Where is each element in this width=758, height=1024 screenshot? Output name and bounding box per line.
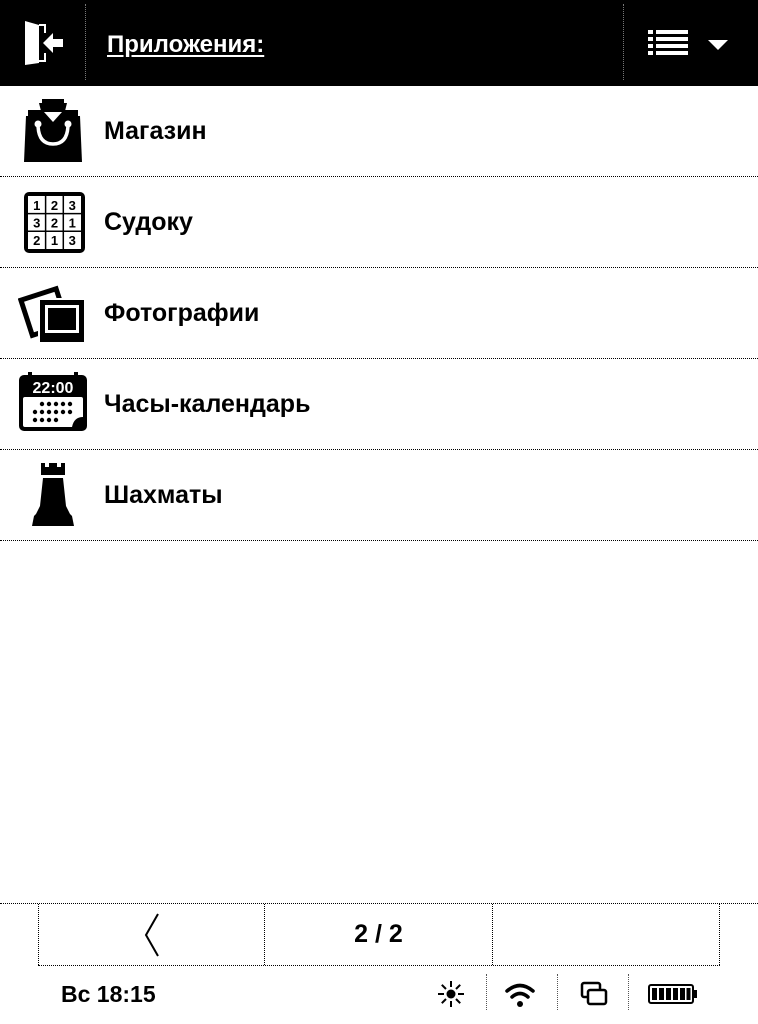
page-indicator[interactable]: 2 / 2	[265, 904, 492, 965]
list-item-chess[interactable]: Шахматы	[0, 450, 758, 541]
status-divider	[628, 974, 629, 1010]
chess-rook-icon	[32, 463, 74, 526]
battery-icon	[648, 984, 697, 1004]
sudoku-cell: 3	[33, 216, 40, 231]
sudoku-cell: 3	[69, 233, 76, 248]
shopping-bag-icon	[24, 99, 82, 162]
list-item-label: Часы-календарь	[104, 390, 311, 418]
header-separator	[85, 4, 86, 80]
brightness-icon	[438, 981, 464, 1007]
wifi-icon	[505, 983, 535, 1007]
status-bar: Вс 18:15	[0, 966, 758, 1024]
sudoku-cell: 1	[69, 216, 76, 231]
list-view-icon	[648, 30, 688, 55]
sudoku-grid-icon: 1 2 3 3 2 1 2 1 3	[24, 192, 85, 253]
prev-page-button[interactable]	[39, 904, 264, 965]
list-item-label: Шахматы	[104, 481, 223, 509]
status-clock: Вс 18:15	[61, 981, 156, 1007]
sudoku-cell: 2	[51, 198, 58, 213]
chevron-left-icon	[144, 913, 159, 956]
page-title[interactable]: Приложения:	[107, 31, 264, 59]
list-item-sudoku[interactable]: 1 2 3 3 2 1 2 1 3 Судоку	[0, 177, 758, 268]
sudoku-cell: 1	[33, 198, 40, 213]
photos-icon	[18, 285, 86, 344]
tasks-button[interactable]	[578, 978, 610, 1010]
status-divider	[557, 974, 558, 1010]
calendar-time: 22:00	[33, 380, 74, 397]
app-screen: Приложения: Магазин 1 2 3 3 2 1 2 1 3 Су…	[0, 0, 758, 1024]
windows-icon	[580, 981, 608, 1006]
list-item-label: Судоку	[104, 208, 193, 236]
triangle-down-icon	[708, 40, 728, 50]
list-item-label: Фотографии	[104, 299, 260, 327]
next-page-button[interactable]	[493, 904, 719, 965]
battery-indicator[interactable]	[648, 978, 698, 1010]
exit-door-icon	[25, 21, 63, 65]
clock-calendar-icon: 22:00	[19, 372, 87, 431]
list-item-clock-calendar[interactable]: 22:00 Часы-календарь	[0, 359, 758, 450]
brightness-button[interactable]	[436, 978, 466, 1010]
sudoku-cell: 2	[33, 233, 40, 248]
status-divider	[486, 974, 487, 1010]
apps-list: Магазин 1 2 3 3 2 1 2 1 3 Судоку Фотогра…	[0, 86, 758, 541]
pagination-bar: 2 / 2	[0, 903, 758, 967]
list-item-store[interactable]: Магазин	[0, 86, 758, 177]
view-mode-button[interactable]	[636, 20, 746, 66]
header-bar: Приложения:	[0, 0, 758, 86]
wifi-button[interactable]	[505, 978, 535, 1010]
list-item-label: Магазин	[104, 117, 207, 145]
page-number: 2 / 2	[354, 920, 403, 948]
sudoku-cell: 2	[51, 216, 58, 231]
sudoku-cell: 3	[69, 198, 76, 213]
sudoku-cell: 1	[51, 233, 58, 248]
pager-divider	[719, 904, 720, 965]
header-separator	[623, 4, 624, 80]
list-item-photos[interactable]: Фотографии	[0, 268, 758, 359]
exit-button[interactable]	[0, 0, 86, 86]
